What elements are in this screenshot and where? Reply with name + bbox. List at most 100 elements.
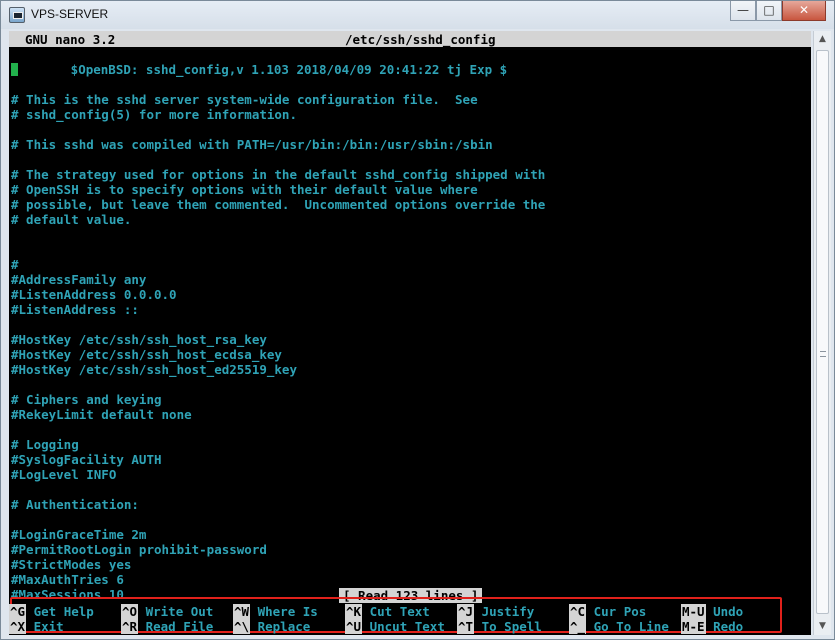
file-line: # default value.: [9, 212, 811, 227]
maximize-button[interactable]: □: [756, 1, 782, 21]
file-line-text: # default value.: [11, 212, 132, 227]
file-line-text: #HostKey /etc/ssh/ssh_host_rsa_key: [11, 332, 267, 347]
scroll-up-arrow-icon[interactable]: ▲: [814, 31, 831, 48]
file-line: # sshd_config(5) for more information.: [9, 107, 811, 122]
file-line: [9, 317, 811, 332]
shortcut-key: ^C: [569, 604, 587, 619]
file-line-text: #RekeyLimit default none: [11, 407, 192, 422]
file-line-text: #HostKey /etc/ssh/ssh_host_ed25519_key: [11, 362, 297, 377]
shortcut-label: Go To Line: [586, 619, 669, 634]
file-line: #MaxAuthTries 6: [9, 572, 811, 587]
file-line: #AddressFamily any: [9, 272, 811, 287]
file-line-text: #PermitRootLogin prohibit-password: [11, 542, 267, 557]
file-content[interactable]: $OpenBSD: sshd_config,v 1.103 2018/04/09…: [9, 62, 811, 602]
file-line-text: #: [11, 257, 19, 272]
shortcut-label: Where Is: [250, 604, 318, 619]
file-line-text: # Ciphers and keying: [11, 392, 162, 407]
shortcut-label: Undo: [705, 604, 744, 619]
file-name: /etc/ssh/sshd_config: [345, 32, 496, 47]
putty-window: VPS-SERVER — □ ✕ GNU nano 3.2 /etc/ssh/s…: [0, 0, 835, 640]
shortcut-label: Cut Text: [362, 604, 430, 619]
title-bar[interactable]: VPS-SERVER — □ ✕: [1, 1, 834, 29]
file-line: [9, 227, 811, 242]
shortcut-key: ^G: [9, 604, 27, 619]
shortcut-label: Justify: [474, 604, 535, 619]
scroll-down-arrow-icon[interactable]: ▼: [814, 618, 831, 635]
close-button[interactable]: ✕: [782, 1, 826, 21]
shortcut-item[interactable]: ^J Justify: [457, 604, 534, 619]
file-line: [9, 152, 811, 167]
putty-terminal-icon[interactable]: [9, 7, 25, 23]
file-line: #StrictModes yes: [9, 557, 811, 572]
shortcut-label: Read File: [138, 619, 214, 634]
shortcut-item[interactable]: ^C Cur Pos: [569, 604, 646, 619]
file-line-text: #LogLevel INFO: [11, 467, 117, 482]
file-line-text: #MaxAuthTries 6: [11, 572, 124, 587]
shortcut-item[interactable]: M-U Undo: [681, 604, 743, 619]
shortcut-key: ^R: [121, 619, 139, 634]
file-line: #RekeyLimit default none: [9, 407, 811, 422]
shortcut-label: Replace: [250, 619, 311, 634]
file-line-text: #HostKey /etc/ssh/ssh_host_ecdsa_key: [11, 347, 282, 362]
shortcut-key: ^U: [345, 619, 363, 634]
file-line: # OpenSSH is to specify options with the…: [9, 182, 811, 197]
shortcut-label: To Spell: [474, 619, 542, 634]
shortcut-key: ^T: [457, 619, 475, 634]
file-line: # Authentication:: [9, 497, 811, 512]
file-line-text: # The strategy used for options in the d…: [11, 167, 546, 182]
file-line-text: #StrictModes yes: [11, 557, 132, 572]
shortcut-item[interactable]: ^K Cut Text: [345, 604, 430, 619]
terminal-area[interactable]: GNU nano 3.2 /etc/ssh/sshd_config $OpenB…: [9, 31, 811, 635]
file-line-text: # This is the sshd server system-wide co…: [11, 92, 478, 107]
file-line: #PermitRootLogin prohibit-password: [9, 542, 811, 557]
file-line: # Ciphers and keying: [9, 392, 811, 407]
text-cursor: [11, 63, 18, 76]
nano-title-bar: GNU nano 3.2 /etc/ssh/sshd_config: [9, 31, 811, 47]
vertical-scrollbar[interactable]: ▲ ▼: [813, 31, 831, 635]
file-line: # possible, but leave them commented. Un…: [9, 197, 811, 212]
scrollbar-thumb[interactable]: [816, 50, 829, 614]
shortcut-item[interactable]: ^\ Replace: [233, 619, 310, 634]
file-line: #SyslogFacility AUTH: [9, 452, 811, 467]
file-line-text: # This sshd was compiled with PATH=/usr/…: [11, 137, 493, 152]
shortcut-key: ^J: [457, 604, 475, 619]
file-line-text: #AddressFamily any: [11, 272, 147, 287]
shortcut-item[interactable]: ^R Read File: [121, 619, 213, 634]
shortcut-label: Redo: [705, 619, 744, 634]
file-line: [9, 482, 811, 497]
shortcut-item[interactable]: ^G Get Help: [9, 604, 94, 619]
shortcut-label: Cur Pos: [586, 604, 647, 619]
shortcut-item[interactable]: ^W Where Is: [233, 604, 318, 619]
shortcut-bar: ^G Get Help ^O Write Out ^W Where Is ^K Cut…: [9, 604, 811, 634]
file-line-text: #ListenAddress 0.0.0.0: [11, 287, 177, 302]
file-line: [9, 77, 811, 92]
shortcut-label: Exit: [26, 619, 64, 634]
file-line: #: [9, 257, 811, 272]
shortcut-item[interactable]: ^O Write Out: [121, 604, 213, 619]
shortcut-key: ^K: [345, 604, 363, 619]
shortcut-row-2: ^X Exit ^R Read File ^\ Replace ^U Uncut Te…: [9, 619, 811, 634]
file-line: # This is the sshd server system-wide co…: [9, 92, 811, 107]
shortcut-item[interactable]: M-E Redo: [681, 619, 743, 634]
file-line: #HostKey /etc/ssh/ssh_host_rsa_key: [9, 332, 811, 347]
file-line: [9, 377, 811, 392]
file-line: #ListenAddress 0.0.0.0: [9, 287, 811, 302]
file-line: [9, 242, 811, 257]
file-line: [9, 122, 811, 137]
shortcut-item[interactable]: ^T To Spell: [457, 619, 542, 634]
minimize-button[interactable]: —: [730, 1, 756, 21]
file-line-text: # OpenSSH is to specify options with the…: [11, 182, 478, 197]
nano-version: GNU nano 3.2: [25, 32, 116, 47]
file-line-text: # sshd_config(5) for more information.: [11, 107, 297, 122]
window-title: VPS-SERVER: [31, 7, 109, 21]
shortcut-item[interactable]: ^U Uncut Text: [345, 619, 445, 634]
shortcut-item[interactable]: ^X Exit: [9, 619, 64, 634]
shortcut-key: M-E: [681, 619, 706, 634]
scrollbar-grip-icon: [820, 351, 826, 357]
file-line: #LoginGraceTime 2m: [9, 527, 811, 542]
file-line-text: #LoginGraceTime 2m: [11, 527, 147, 542]
file-line: #HostKey /etc/ssh/ssh_host_ed25519_key: [9, 362, 811, 377]
shortcut-item[interactable]: ^_ Go To Line: [569, 619, 669, 634]
shortcut-key: M-U: [681, 604, 706, 619]
file-line: #HostKey /etc/ssh/ssh_host_ecdsa_key: [9, 347, 811, 362]
